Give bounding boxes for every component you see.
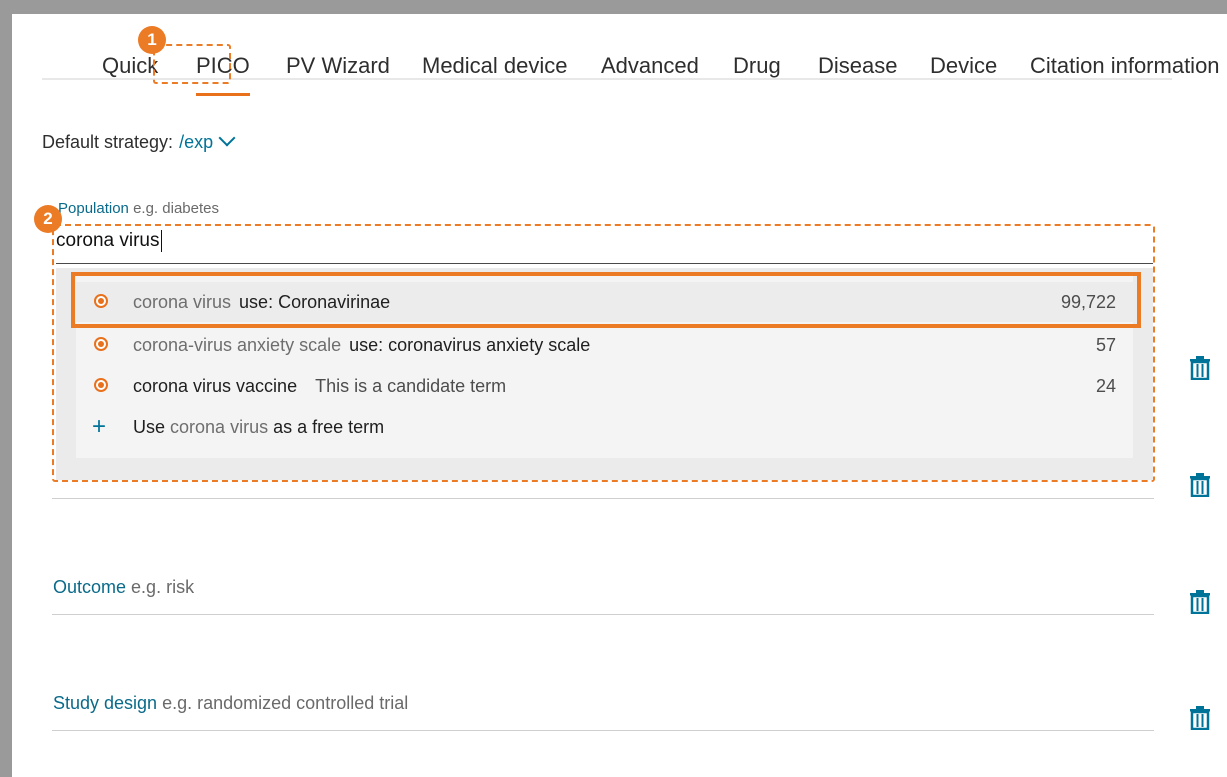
free-term-prefix: Use (133, 417, 166, 437)
trash-icon[interactable] (1189, 473, 1211, 498)
step-badge-1: 1 (138, 26, 166, 54)
tab-medical-device[interactable]: Medical device (422, 54, 568, 92)
outcome-hint: e.g. risk (131, 577, 195, 597)
suggestion-term: corona-virus anxiety scale use: coronavir… (133, 335, 590, 356)
free-term-option[interactable]: + Use corona virus as a free term (76, 407, 1134, 447)
suggestion-term: corona virus vaccine This is a candidate … (133, 376, 506, 397)
outcome-input-line[interactable] (52, 614, 1154, 615)
suggestion-count: 57 (1095, 335, 1116, 355)
suggestion-count: 24 (1095, 376, 1116, 396)
default-strategy: Default strategy:/exp (42, 129, 236, 153)
suggestion-term-text: corona-virus anxiety scale (133, 335, 342, 355)
trash-icon[interactable] (1189, 590, 1211, 615)
tab-device[interactable]: Device (930, 54, 997, 92)
pico-tab-callout (153, 44, 231, 84)
population-label: Population e.g. diabetes (58, 200, 219, 217)
free-term-suffix: as a free term (273, 417, 385, 437)
suggestion-item[interactable]: corona-virus anxiety scale use: coronavir… (76, 325, 1134, 365)
text-caret (160, 230, 162, 252)
suggestion-item[interactable]: corona virus vaccine This is a candidate … (76, 366, 1134, 406)
intervention-line (52, 498, 1154, 499)
study-design-label-text: Study design (53, 693, 158, 713)
radio-selected-icon (94, 378, 108, 392)
tab-disease[interactable]: Disease (818, 54, 897, 92)
population-input[interactable]: corona virus (56, 226, 1153, 264)
tab-pv-wizard[interactable]: PV Wizard (286, 54, 390, 92)
tab-advanced[interactable]: Advanced (601, 54, 699, 92)
population-hint: e.g. diabetes (133, 200, 219, 217)
highlight-callout (71, 272, 1141, 328)
tab-quick[interactable]: Quick (102, 54, 158, 92)
plus-icon: + (92, 413, 107, 440)
population-input-text: corona virus (56, 230, 160, 252)
chevron-down-icon[interactable] (218, 129, 236, 147)
suggestion-use: use: coronavirus anxiety scale (349, 335, 591, 355)
tab-citation-information[interactable]: Citation information (1030, 54, 1220, 92)
study-design-input-line[interactable] (52, 730, 1154, 731)
population-label-text: Population (58, 200, 129, 217)
outcome-label: Outcome e.g. risk (53, 577, 194, 598)
free-term-text: Use corona virus as a free term (133, 417, 384, 438)
free-term-term: corona virus (170, 417, 269, 437)
radio-selected-icon (94, 337, 108, 351)
trash-icon[interactable] (1189, 706, 1211, 731)
strategy-value[interactable]: /exp (179, 132, 213, 152)
trash-icon[interactable] (1189, 356, 1211, 381)
study-design-hint: e.g. randomized controlled trial (162, 693, 409, 713)
outcome-label-text: Outcome (53, 577, 127, 597)
tab-drug[interactable]: Drug (733, 54, 781, 92)
suggestion-candidate: This is a candidate term (315, 376, 507, 396)
strategy-label: Default strategy: (42, 132, 174, 152)
study-design-label: Study design e.g. randomized controlled … (53, 693, 408, 714)
suggestion-term-text: corona virus vaccine (133, 376, 298, 396)
population-input-value[interactable]: corona virus (56, 230, 162, 252)
